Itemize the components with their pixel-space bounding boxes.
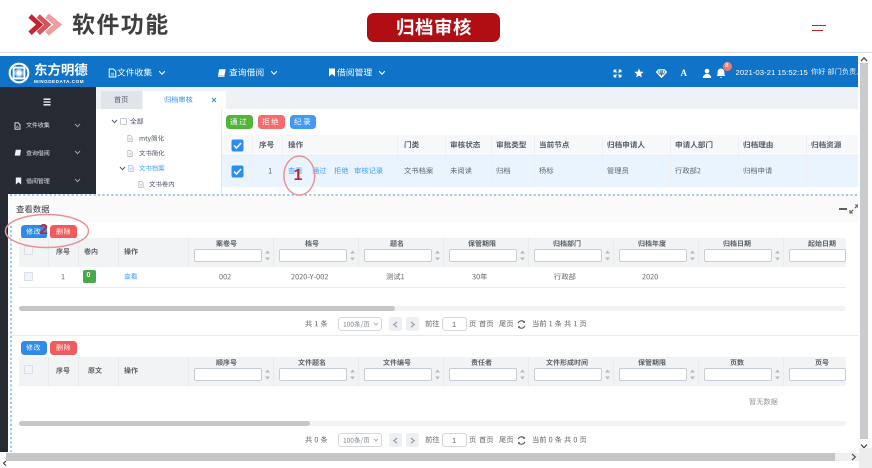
svg-text:A: A [16,124,19,129]
